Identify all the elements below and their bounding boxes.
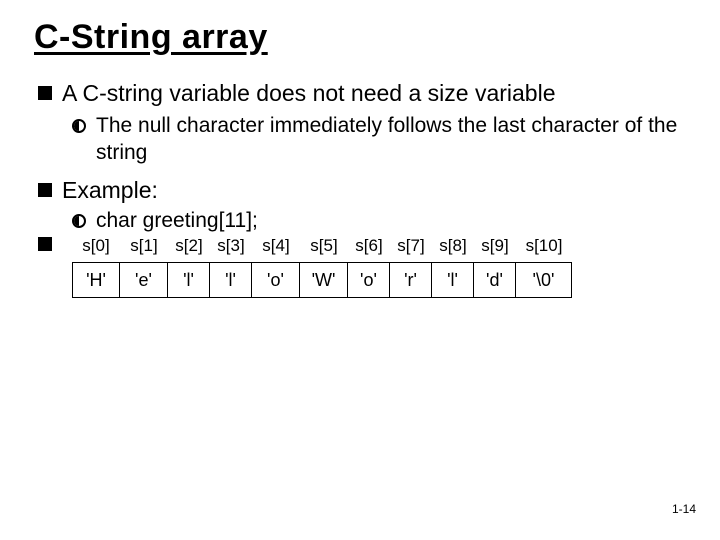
circle-bullet-icon <box>72 214 86 228</box>
array-cell: 'o' <box>252 262 300 298</box>
square-bullet-icon <box>38 183 52 197</box>
circle-bullet-icon <box>72 119 86 133</box>
slide-title: C-String array <box>34 18 686 57</box>
array-headers: s[0]s[1]s[2]s[3]s[4]s[5]s[6]s[7]s[8]s[9]… <box>72 236 572 256</box>
bullet-array-row: s[0]s[1]s[2]s[3]s[4]s[5]s[6]s[7]s[8]s[9]… <box>38 234 686 298</box>
array-cell: '\0' <box>516 262 572 298</box>
bullet-1: A C-string variable does not need a size… <box>38 79 686 108</box>
array-header-cell: s[1] <box>120 236 168 256</box>
array-cell: 'd' <box>474 262 516 298</box>
array-header-cell: s[0] <box>72 236 120 256</box>
array-cell: 'r' <box>390 262 432 298</box>
bullet-2-text: Example: <box>62 176 158 205</box>
array-header-cell: s[3] <box>210 236 252 256</box>
array-cell: 'H' <box>72 262 120 298</box>
array-cell: 'l' <box>168 262 210 298</box>
bullet-1a-text: The null character immediately follows t… <box>96 112 686 167</box>
array-header-cell: s[9] <box>474 236 516 256</box>
array-cell: 'o' <box>348 262 390 298</box>
bullet-1-text: A C-string variable does not need a size… <box>62 79 556 108</box>
array-cells: 'H''e''l''l''o''W''o''r''l''d''\0' <box>72 262 572 298</box>
bullet-1a: The null character immediately follows t… <box>72 112 686 167</box>
slide: C-String array A C-string variable does … <box>0 0 720 540</box>
array-header-cell: s[6] <box>348 236 390 256</box>
slide-number: 1-14 <box>672 502 696 516</box>
array-diagram: s[0]s[1]s[2]s[3]s[4]s[5]s[6]s[7]s[8]s[9]… <box>72 236 572 298</box>
square-bullet-icon <box>38 86 52 100</box>
array-header-cell: s[5] <box>300 236 348 256</box>
array-cell: 'e' <box>120 262 168 298</box>
array-cell: 'W' <box>300 262 348 298</box>
array-cell: 'l' <box>210 262 252 298</box>
bullet-2a-text: char greeting[11]; <box>96 207 258 234</box>
array-header-cell: s[10] <box>516 236 572 256</box>
square-bullet-icon <box>38 237 52 251</box>
array-header-cell: s[7] <box>390 236 432 256</box>
bullet-2a: char greeting[11]; <box>72 207 686 234</box>
array-cell: 'l' <box>432 262 474 298</box>
array-header-cell: s[8] <box>432 236 474 256</box>
array-header-cell: s[2] <box>168 236 210 256</box>
bullet-2: Example: <box>38 176 686 205</box>
array-header-cell: s[4] <box>252 236 300 256</box>
